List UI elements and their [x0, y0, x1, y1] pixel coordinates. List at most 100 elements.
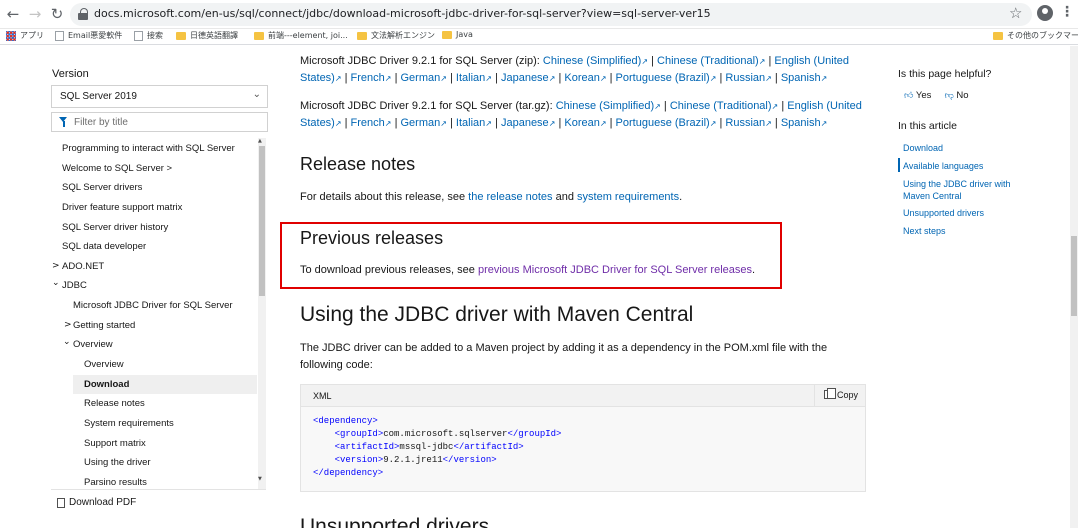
lang-link[interactable]: Japanese — [501, 72, 549, 84]
bookmark-apps[interactable]: アプリ — [6, 30, 44, 41]
lang-link[interactable]: German — [400, 117, 440, 129]
lang-link[interactable]: Spanish — [781, 117, 821, 129]
filter-input[interactable]: Filter by title — [51, 112, 268, 132]
toc-scrollbar-thumb[interactable] — [259, 146, 265, 296]
toc-item-getting-started[interactable]: Getting started — [73, 316, 135, 335]
external-link-icon: ↗ — [641, 57, 649, 66]
lang-link[interactable]: French — [351, 117, 385, 129]
toc-item[interactable]: Welcome to SQL Server > — [62, 159, 172, 178]
lang-link[interactable]: Italian — [456, 117, 485, 129]
toc-item[interactable]: Using the driver — [84, 453, 151, 472]
lang-link[interactable]: French — [351, 72, 385, 84]
table-of-contents: Programming to interact with SQL Server … — [51, 138, 257, 490]
lang-link[interactable]: Chinese (Simplified) — [543, 55, 641, 67]
toc-item-overview-group[interactable]: Overview — [73, 335, 113, 354]
address-bar[interactable]: docs.microsoft.com/en-us/sql/connect/jdb… — [70, 3, 1032, 26]
lang-link[interactable]: Portuguese (Brazil) — [616, 72, 710, 84]
article-link[interactable]: Using the JDBC driver with Maven Central — [903, 178, 1028, 202]
lang-link[interactable]: Japanese — [501, 117, 549, 129]
lang-link[interactable]: Italian — [456, 72, 485, 84]
toc-item-jdbc[interactable]: JDBC — [62, 276, 87, 295]
toc-item[interactable]: System requirements — [84, 414, 174, 433]
lang-link[interactable]: Chinese (Traditional) — [657, 55, 759, 67]
profile-avatar-icon[interactable] — [1037, 5, 1053, 21]
no-button[interactable]: 👎︎ No — [945, 90, 969, 101]
article-link[interactable]: Unsupported drivers — [903, 207, 1028, 219]
bookmark-item[interactable]: 前端---element, joi... — [254, 30, 348, 41]
yes-button[interactable]: 👍︎ Yes — [904, 90, 931, 101]
copy-button[interactable]: Copy — [814, 385, 865, 406]
scroll-down-icon[interactable]: ▼ — [258, 476, 262, 482]
system-requirements-link[interactable]: system requirements — [577, 191, 679, 203]
url-text[interactable]: docs.microsoft.com/en-us/sql/connect/jdb… — [94, 7, 711, 20]
external-link-icon: ↗ — [548, 119, 556, 128]
toc-item[interactable]: SQL Server drivers — [62, 178, 142, 197]
main-content: Microsoft JDBC Driver 9.2.1 for SQL Serv… — [280, 46, 875, 528]
toc-item[interactable]: SQL Server driver history — [62, 218, 168, 237]
article-link-active[interactable]: Available languages — [903, 160, 1028, 172]
toc-item[interactable]: Programming to interact with SQL Server — [62, 139, 235, 158]
lang-link[interactable]: Korean — [564, 72, 599, 84]
version-select[interactable]: SQL Server 2019 ⌄ — [51, 85, 268, 108]
lang-link[interactable]: Korean — [564, 117, 599, 129]
text-span: . — [752, 264, 756, 276]
thumbs-up-icon: 👍︎ — [904, 91, 914, 101]
chevron-down-icon[interactable]: ⌄ — [63, 337, 71, 347]
toc-item[interactable]: Overview — [84, 355, 124, 374]
chevron-right-icon[interactable]: > — [64, 320, 72, 330]
lang-link[interactable]: German — [400, 72, 440, 84]
release-notes-link[interactable]: the release notes — [468, 191, 552, 203]
external-link-icon: ↗ — [548, 74, 556, 83]
folder-icon — [442, 30, 452, 39]
toc-item[interactable]: Microsoft JDBC Driver for SQL Server — [73, 296, 233, 315]
version-label: Version — [52, 68, 89, 80]
bookmark-item[interactable]: 文法解析エンジン — [357, 30, 435, 41]
previous-releases-heading: Previous releases — [300, 228, 444, 248]
external-link-icon: ↗ — [820, 74, 828, 83]
chevron-right-icon[interactable]: > — [52, 261, 60, 271]
folder-icon — [993, 31, 1003, 40]
forward-icon[interactable]: → — [26, 5, 44, 23]
previous-releases-link[interactable]: previous Microsoft JDBC Driver for SQL S… — [478, 264, 752, 276]
download-pdf-link[interactable]: Download PDF — [51, 489, 266, 515]
external-link-icon: ↗ — [654, 102, 661, 111]
code-groupid: com.microsoft.sqlserver — [383, 429, 508, 439]
lang-link[interactable]: Spanish — [781, 72, 821, 84]
code-version: 9.2.1.jre11 — [383, 455, 443, 465]
toc-item[interactable]: Support matrix — [84, 434, 146, 453]
toc-item-adonet[interactable]: ADO.NET — [62, 257, 104, 276]
lang-link[interactable]: Russian — [725, 117, 765, 129]
bookmark-item[interactable]: Java — [442, 30, 473, 39]
toc-item[interactable]: Driver feature support matrix — [62, 198, 182, 217]
bookmark-item[interactable]: Email悪愛軟件 — [55, 30, 122, 41]
right-rail: Is this page helpful? 👍︎ Yes 👎︎ No In th… — [898, 46, 1078, 528]
back-icon[interactable]: ← — [4, 5, 22, 23]
folder-icon — [254, 31, 264, 40]
other-bookmarks[interactable]: その他のブックマーク — [993, 30, 1078, 41]
toc-item-download-selected[interactable]: Download — [73, 375, 257, 394]
reload-icon[interactable]: ↻ — [48, 5, 66, 23]
code-content[interactable]: <dependency> <groupId>com.microsoft.sqls… — [313, 415, 561, 480]
bookmark-star-icon[interactable]: ☆ — [1009, 4, 1022, 22]
article-link[interactable]: Download — [903, 142, 1028, 154]
lang-link[interactable]: Russian — [725, 72, 765, 84]
lang-link[interactable]: Chinese (Simplified) — [556, 100, 654, 112]
download-pdf-label: Download PDF — [69, 497, 137, 508]
toc-item[interactable]: Release notes — [84, 394, 145, 413]
chevron-down-icon[interactable]: ⌄ — [52, 278, 60, 288]
folder-icon — [357, 31, 367, 40]
bookmark-item[interactable]: 日德英語翻譯 — [176, 30, 238, 41]
scroll-up-icon[interactable]: ▲ — [258, 138, 262, 144]
page-scrollbar-thumb[interactable] — [1071, 236, 1077, 316]
toc-item[interactable]: SQL data developer — [62, 237, 146, 256]
toc-item[interactable]: Parsino results — [84, 473, 147, 490]
article-link[interactable]: Next steps — [903, 225, 1028, 237]
lock-icon — [78, 8, 88, 20]
release-notes-heading: Release notes — [300, 154, 416, 174]
lang-link[interactable]: Chinese (Traditional) — [670, 100, 772, 112]
lang-link[interactable]: Portuguese (Brazil) — [616, 117, 710, 129]
code-artifactid: mssql-jdbc — [399, 442, 454, 452]
bookmark-item[interactable]: 接索 — [134, 30, 163, 41]
zip-prefix: Microsoft JDBC Driver 9.2.1 for SQL Serv… — [300, 55, 540, 67]
browser-menu-icon[interactable]: ⋮ — [1060, 4, 1074, 20]
